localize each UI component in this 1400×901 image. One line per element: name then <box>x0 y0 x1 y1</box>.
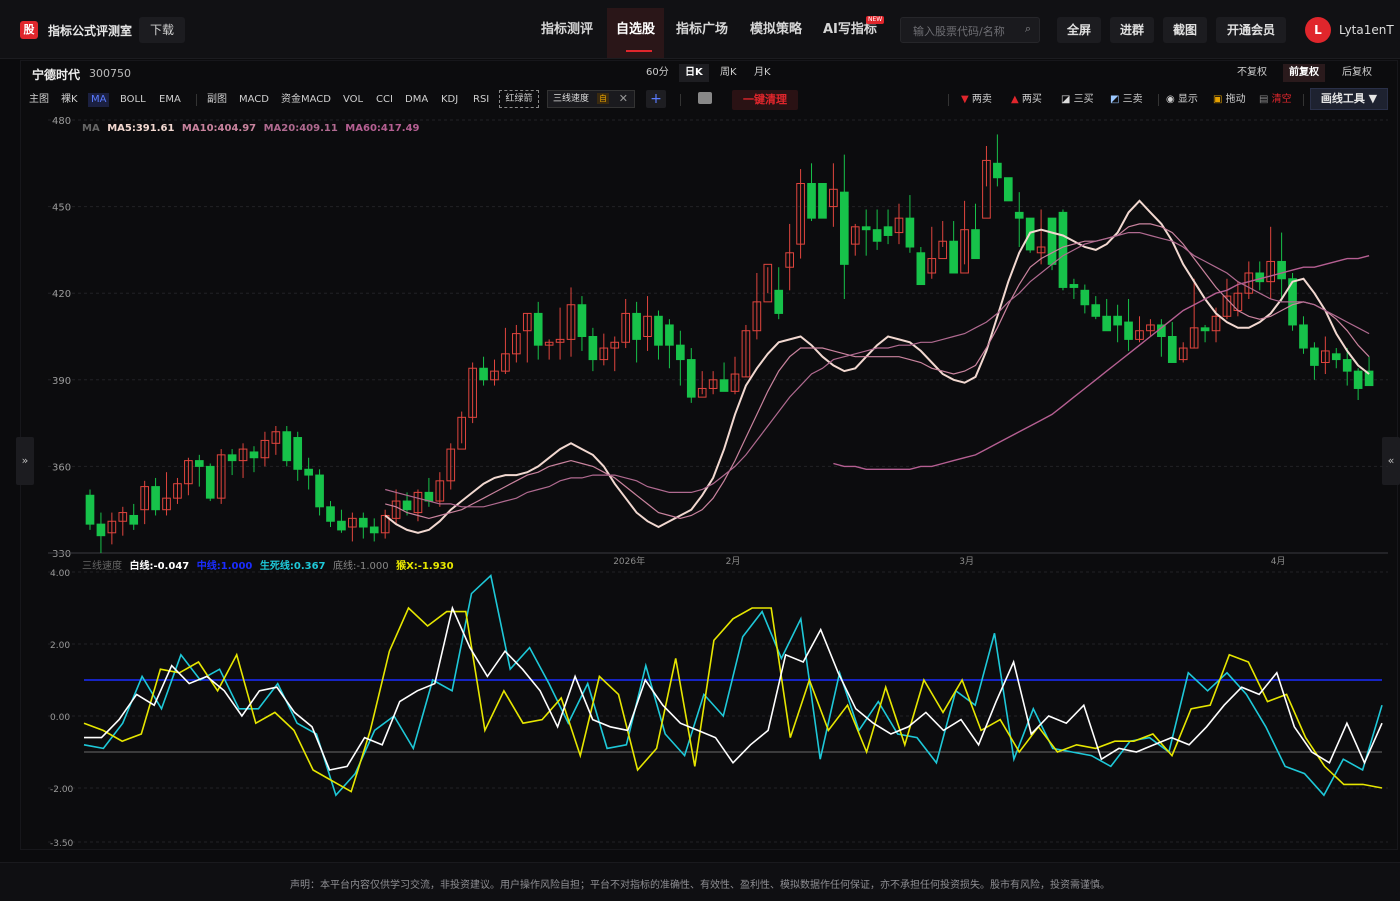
candle-body <box>1058 211 1068 288</box>
sub-y-tick-label: 0.00 <box>50 713 70 723</box>
candle-body <box>1113 315 1122 326</box>
candle-body <box>293 437 303 470</box>
y-axis-tick-label: 360 <box>52 462 71 473</box>
candle-body <box>151 486 160 511</box>
candle-body <box>249 451 259 459</box>
ma20-line <box>385 232 1370 508</box>
candle-body <box>358 517 368 528</box>
candle-body <box>1047 217 1057 265</box>
x-axis-label: 2026年 <box>613 555 645 567</box>
candle-body <box>1014 211 1024 219</box>
candle-body <box>676 344 685 361</box>
candle-body <box>129 514 139 525</box>
candle-body <box>282 431 292 462</box>
candle-body <box>807 183 816 219</box>
candle-body <box>1069 284 1079 288</box>
candle-body <box>1167 336 1177 363</box>
candle-body <box>861 226 871 231</box>
candle-body <box>1299 324 1308 349</box>
candle-body <box>96 523 106 537</box>
candle-body <box>1003 177 1013 202</box>
y-axis-tick-label: 480 <box>52 116 71 127</box>
sub-y-tick-label: 2.00 <box>50 641 70 651</box>
candle-body <box>1331 353 1341 361</box>
sub-y-tick-label: -2.00 <box>50 785 74 795</box>
y-axis-tick-label: 330 <box>52 549 71 560</box>
ma5-line <box>384 199 1370 534</box>
y-axis-tick-label: 390 <box>52 376 71 387</box>
candle-body <box>774 289 784 314</box>
candle-body <box>883 226 893 236</box>
footer: 声明：本平台内容仅供学习交流，非投资建议。用户操作风险自担；平台不对指标的准确性… <box>0 862 1400 901</box>
y-axis-tick-label: 450 <box>52 203 71 214</box>
white-line <box>84 605 1383 771</box>
ma10-line <box>385 223 1370 520</box>
candle-body <box>1277 260 1286 280</box>
candle-body <box>632 312 641 340</box>
candle-body <box>1310 347 1319 366</box>
candle-body <box>194 460 204 467</box>
candle-body <box>949 240 958 274</box>
x-axis-label: 2月 <box>726 556 741 567</box>
candle-body <box>1255 272 1265 283</box>
candle-body <box>479 367 488 381</box>
candle-body <box>326 506 335 522</box>
candle-body <box>304 468 313 476</box>
candle-body <box>1353 370 1363 389</box>
candle-body <box>916 252 926 286</box>
kline-chart[interactable]: 480 450 420 390 360 330 2026年 2月 3月 4月 4.00 2.00 0.0… <box>0 0 1400 900</box>
candle-body <box>818 183 827 219</box>
x-axis-label: 3月 <box>959 556 974 567</box>
candle-body <box>905 217 915 248</box>
candle-body <box>839 191 849 265</box>
candle-body <box>315 474 324 508</box>
monkey-line <box>83 606 1383 793</box>
candle-body <box>402 500 412 511</box>
candle-body <box>993 162 1002 179</box>
candle-body <box>971 229 980 260</box>
candle-body <box>1102 315 1112 332</box>
candle-body <box>85 494 95 525</box>
candle-body <box>533 312 543 346</box>
x-axis-label: 4月 <box>1271 556 1286 567</box>
candle-body <box>686 359 696 398</box>
candle-body <box>1091 304 1101 317</box>
candle-body <box>1124 321 1133 340</box>
candle-body <box>719 379 729 392</box>
sub-y-tick-label: 4.00 <box>50 569 70 579</box>
candle-body <box>1200 327 1210 332</box>
candle-body <box>654 315 663 346</box>
candle-body <box>1080 289 1090 306</box>
candle-body <box>227 454 237 462</box>
candle-body <box>588 336 598 361</box>
candle-body <box>369 526 379 534</box>
candle-body <box>337 520 346 531</box>
y-axis-tick-label: 420 <box>52 289 71 300</box>
candle-body <box>1342 359 1352 372</box>
candle-body <box>205 465 215 499</box>
candle-body <box>665 324 674 346</box>
disclaimer: 声明：本平台内容仅供学习交流，非投资建议。用户操作风险自担；平台不对指标的准确性… <box>290 880 1110 891</box>
candle-body <box>577 304 587 338</box>
candle-body <box>872 229 882 242</box>
sub-y-tick-label: -3.50 <box>50 839 74 849</box>
